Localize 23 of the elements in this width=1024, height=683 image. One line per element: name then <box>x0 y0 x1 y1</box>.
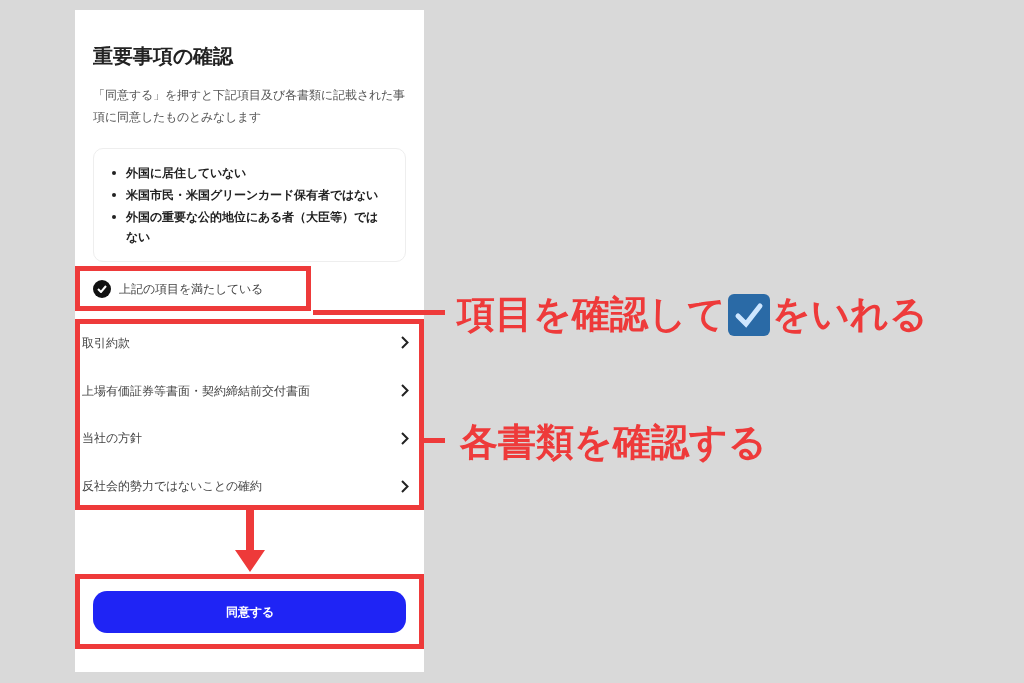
agree-button[interactable]: 同意する <box>93 590 406 633</box>
annotation-text: 項目を確認して <box>457 291 726 338</box>
bullet-icon <box>112 215 116 219</box>
annotation-text: をいれる <box>772 291 928 338</box>
checkbox-icon <box>728 293 770 336</box>
document-link[interactable]: 上場有価証券等書面・契約締結前交付書面 <box>80 366 419 415</box>
document-link[interactable]: 反社会的勢力ではないことの確約 <box>80 462 419 510</box>
document-link[interactable]: 取引約款 <box>80 319 419 367</box>
annotation-text: 各書類を確認する <box>460 419 767 466</box>
chevron-right-icon <box>401 479 409 493</box>
condition-text: 米国市民・米国グリーンカード保有者ではない <box>126 187 378 204</box>
condition-text: 外国の重要な公的地位にある者（大臣等）ではない <box>126 209 379 246</box>
chevron-right-icon <box>401 431 409 445</box>
chevron-right-icon <box>401 336 409 350</box>
screen-title: 重要事項の確認 <box>93 43 235 70</box>
arrow-down-icon <box>234 510 265 572</box>
chevron-right-icon <box>401 384 409 398</box>
description: 「同意する」を押すと下記項目及び各書類に記載された事項に同意したものとみなします <box>93 87 406 126</box>
bullet-icon <box>112 171 116 175</box>
bullet-icon <box>112 193 116 197</box>
condition-text: 外国に居住していない <box>126 165 246 182</box>
confirm-checkbox[interactable]: 上記の項目を満たしている <box>75 266 311 311</box>
document-link[interactable]: 当社の方針 <box>80 414 419 463</box>
